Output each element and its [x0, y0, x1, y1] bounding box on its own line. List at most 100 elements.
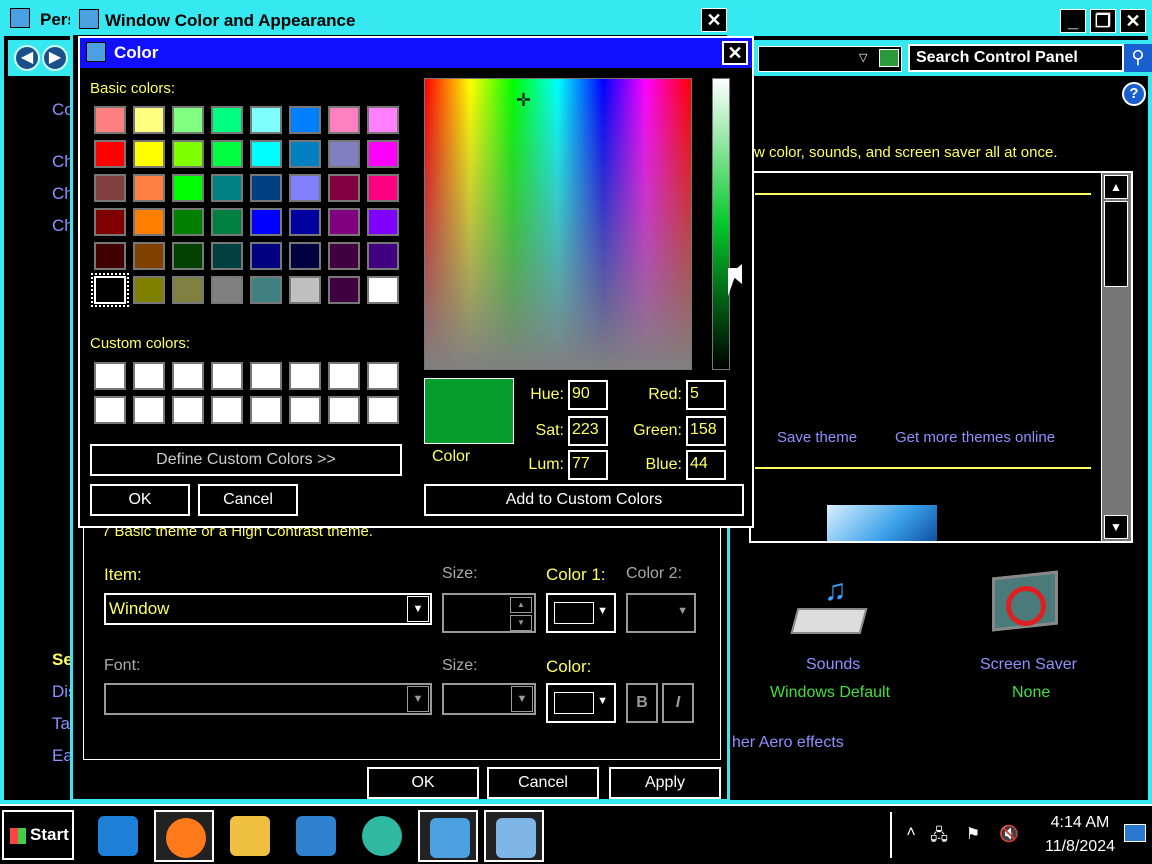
close-button[interactable]: ✕ — [1120, 9, 1146, 33]
taskbar-item[interactable] — [286, 810, 346, 862]
basic-color-swatch[interactable] — [289, 174, 321, 202]
basic-color-swatch[interactable] — [367, 276, 399, 304]
basic-color-swatch[interactable] — [133, 242, 165, 270]
basic-color-swatch[interactable] — [94, 242, 126, 270]
basic-color-swatch[interactable] — [328, 276, 360, 304]
custom-color-swatch[interactable] — [289, 396, 321, 424]
item-select[interactable]: Window ▼ — [104, 593, 432, 625]
basic-color-swatch[interactable] — [172, 208, 204, 236]
basic-color-swatch[interactable] — [172, 106, 204, 134]
custom-color-swatch[interactable] — [211, 362, 243, 390]
refresh-icon[interactable] — [879, 49, 899, 67]
custom-color-swatch[interactable] — [250, 396, 282, 424]
font-size-select[interactable]: ▼ — [442, 683, 536, 715]
custom-color-swatch[interactable] — [289, 362, 321, 390]
basic-color-swatch[interactable] — [289, 276, 321, 304]
basic-color-swatch[interactable] — [250, 174, 282, 202]
basic-color-swatch[interactable] — [94, 106, 126, 134]
show-hidden-icons-icon[interactable]: ˄ — [900, 824, 922, 844]
maximize-button[interactable]: ❐ — [1090, 9, 1116, 33]
basic-color-swatch[interactable] — [211, 106, 243, 134]
wca-apply-button[interactable]: Apply — [609, 767, 721, 799]
action-center-flag-icon[interactable]: ⚑ — [962, 824, 984, 844]
wca-close-button[interactable]: ✕ — [701, 8, 727, 32]
custom-color-swatch[interactable] — [94, 362, 126, 390]
basic-color-swatch[interactable] — [289, 242, 321, 270]
minimize-button[interactable]: _ — [1060, 9, 1086, 33]
sounds-label[interactable]: Sounds — [806, 656, 860, 674]
clock-date[interactable]: 11/8/2024 — [1036, 838, 1124, 856]
color-ok-button[interactable]: OK — [90, 484, 190, 516]
forward-arrow-icon[interactable]: ▶ — [42, 45, 68, 71]
color2-button[interactable]: ▼ — [626, 593, 696, 633]
basic-color-swatch[interactable] — [211, 208, 243, 236]
basic-color-swatch[interactable] — [172, 276, 204, 304]
search-icon[interactable]: ⚲ — [1124, 44, 1152, 72]
wca-cancel-button[interactable]: Cancel — [487, 767, 599, 799]
clock-time[interactable]: 4:14 AM — [1040, 814, 1120, 832]
basic-color-swatch[interactable] — [328, 140, 360, 168]
color1-button[interactable]: ▼ — [546, 593, 616, 633]
chevron-down-icon[interactable]: ▼ — [407, 686, 429, 712]
scroll-up-icon[interactable]: ▲ — [1104, 175, 1128, 199]
basic-color-swatch[interactable] — [250, 208, 282, 236]
custom-color-swatch[interactable] — [367, 396, 399, 424]
basic-color-swatch[interactable] — [172, 140, 204, 168]
scroll-thumb[interactable] — [1104, 201, 1128, 287]
chevron-down-icon[interactable]: ▼ — [407, 596, 429, 622]
taskbar-item[interactable] — [88, 810, 148, 862]
luminosity-slider[interactable] — [712, 78, 730, 370]
sat-input[interactable]: 223 — [568, 416, 608, 446]
theme-thumbnail[interactable] — [827, 505, 937, 541]
basic-color-swatch[interactable] — [211, 242, 243, 270]
stepper-up-icon[interactable]: ▲ — [510, 597, 532, 613]
basic-color-swatch[interactable] — [367, 106, 399, 134]
font-color-button[interactable]: ▼ — [546, 683, 616, 723]
hue-input[interactable]: 90 — [568, 380, 608, 410]
basic-color-swatch[interactable] — [94, 208, 126, 236]
basic-color-swatch[interactable] — [94, 174, 126, 202]
italic-button[interactable]: I — [662, 683, 694, 723]
taskbar-item[interactable] — [220, 810, 280, 862]
add-custom-colors-button[interactable]: Add to Custom Colors — [424, 484, 744, 516]
blue-input[interactable]: 44 — [686, 450, 726, 480]
custom-color-swatch[interactable] — [94, 396, 126, 424]
basic-color-swatch[interactable] — [250, 276, 282, 304]
basic-color-swatch[interactable] — [172, 174, 204, 202]
item-size-stepper[interactable]: ▲ ▼ — [442, 593, 536, 633]
address-input[interactable]: ▽ — [758, 46, 902, 72]
theme-scrollbar[interactable]: ▲ ▼ — [1101, 173, 1131, 541]
basic-color-swatch[interactable] — [367, 242, 399, 270]
get-more-themes-link[interactable]: Get more themes online — [895, 429, 1055, 446]
custom-color-swatch[interactable] — [328, 362, 360, 390]
basic-color-swatch[interactable] — [211, 140, 243, 168]
basic-color-swatch[interactable] — [133, 276, 165, 304]
basic-color-swatch[interactable] — [172, 242, 204, 270]
screen-saver-icon[interactable] — [988, 570, 1072, 644]
save-theme-link[interactable]: Save theme — [777, 429, 857, 446]
custom-color-swatch[interactable] — [250, 362, 282, 390]
chevron-down-icon[interactable]: ▼ — [511, 686, 533, 712]
scroll-down-icon[interactable]: ▼ — [1104, 515, 1128, 539]
basic-color-swatch[interactable] — [328, 208, 360, 236]
screen-saver-label[interactable]: Screen Saver — [980, 656, 1077, 674]
basic-color-swatch[interactable] — [289, 140, 321, 168]
basic-color-swatch[interactable] — [250, 242, 282, 270]
back-arrow-icon[interactable]: ◀ — [14, 45, 40, 71]
lum-input[interactable]: 77 — [568, 450, 608, 480]
color-dialog-close-button[interactable]: ✕ — [722, 41, 748, 65]
basic-color-swatch[interactable] — [367, 174, 399, 202]
color-spectrum[interactable]: ✛ — [424, 78, 692, 370]
custom-color-swatch[interactable] — [367, 362, 399, 390]
sounds-icon[interactable]: ♫ — [790, 574, 878, 644]
define-custom-colors-button[interactable]: Define Custom Colors >> — [90, 444, 402, 476]
show-desktop-button[interactable] — [1124, 824, 1146, 842]
basic-color-swatch[interactable] — [133, 174, 165, 202]
search-input[interactable]: Search Control Panel — [908, 44, 1124, 72]
basic-color-swatch[interactable] — [250, 106, 282, 134]
wca-ok-button[interactable]: OK — [367, 767, 479, 799]
custom-color-swatch[interactable] — [133, 362, 165, 390]
font-select[interactable]: ▼ — [104, 683, 432, 715]
basic-color-swatch[interactable] — [133, 140, 165, 168]
basic-color-swatch[interactable] — [367, 140, 399, 168]
